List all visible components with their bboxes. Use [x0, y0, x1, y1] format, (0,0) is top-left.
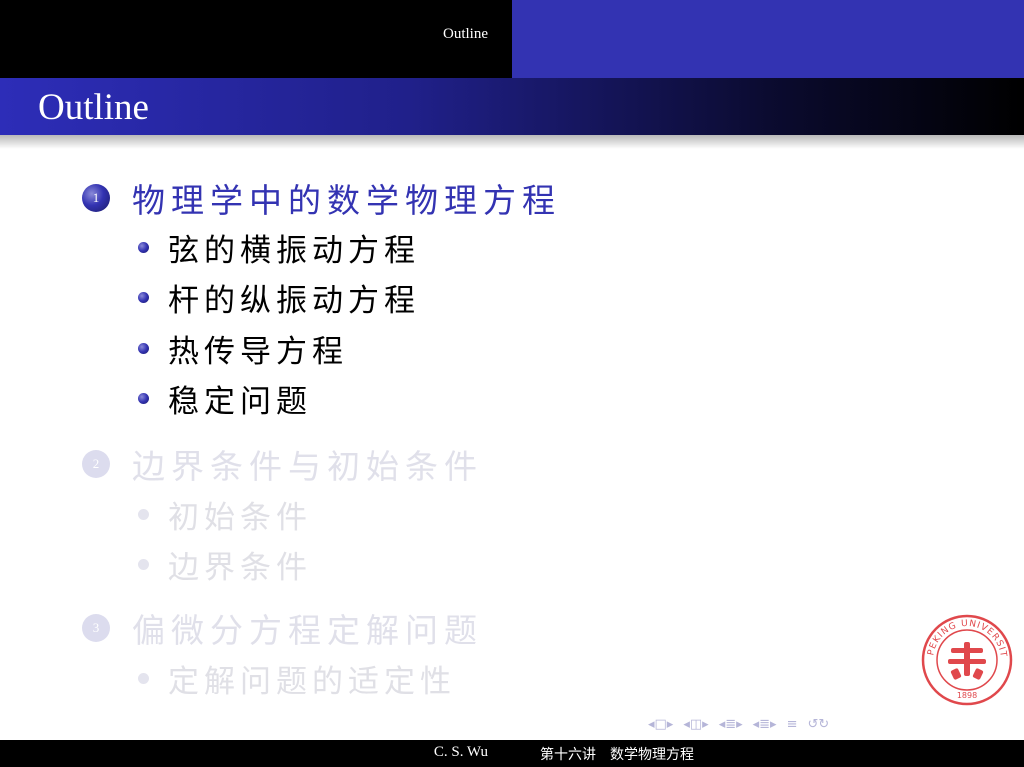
toc-subsection[interactable]: 初始条件 [138, 495, 312, 536]
beamer-navigation-symbols: ◂□▸ ◂◫▸ ◂≣▸ ◂≣▸ ≡ ↺↻ [648, 715, 829, 733]
nav-frame-back-icon[interactable]: ◂□▸ [648, 717, 673, 732]
footer-author: C. S. Wu [433, 744, 488, 760]
bullet-icon [138, 392, 149, 404]
subsection-title: 初始条件 [168, 499, 312, 536]
section-number-badge: 3 [82, 614, 110, 642]
bullet-icon [138, 508, 149, 520]
toc-subsection[interactable]: 杆的纵振动方程 [138, 278, 420, 319]
table-of-contents: 1 物理学中的数学物理方程 弦的横振动方程 杆的纵振动方程 热传导方程 稳定问题… [0, 0, 1024, 767]
toc-subsection[interactable]: 弦的横振动方程 [138, 228, 420, 269]
nav-section-icon[interactable]: ◂≣▸ [719, 717, 743, 732]
nav-document-icon[interactable]: ◂≣▸ [753, 717, 777, 732]
footer-left: C. S. Wu [0, 740, 512, 767]
nav-undo-icon[interactable]: ↺↻ [808, 717, 830, 732]
bullet-icon [138, 241, 149, 253]
subsection-title: 热传导方程 [168, 333, 348, 370]
section-title: 边界条件与初始条件 [132, 447, 483, 486]
bullet-icon [138, 672, 149, 684]
peking-university-seal-icon: PEKING UNIVERSITY 1898 [921, 614, 1013, 706]
toc-section-1[interactable]: 1 物理学中的数学物理方程 [82, 178, 561, 220]
toc-subsection[interactable]: 稳定问题 [138, 379, 312, 420]
subsection-title: 边界条件 [168, 549, 312, 586]
subsection-title: 稳定问题 [168, 383, 312, 420]
subsection-title: 定解问题的适定性 [168, 663, 456, 700]
toc-subsection[interactable]: 边界条件 [138, 545, 312, 586]
footer-bar: C. S. Wu 第十六讲 数学物理方程 [0, 740, 1024, 767]
section-title: 物理学中的数学物理方程 [132, 181, 561, 220]
subsection-title: 杆的纵振动方程 [168, 282, 420, 319]
bullet-icon [138, 342, 149, 354]
section-title: 偏微分方程定解问题 [132, 611, 483, 650]
subsection-title: 弦的横振动方程 [168, 232, 420, 269]
bullet-icon [138, 291, 149, 303]
section-number-badge: 2 [82, 450, 110, 478]
toc-subsection[interactable]: 热传导方程 [138, 329, 348, 370]
footer-lecture-title: 第十六讲 数学物理方程 [540, 747, 694, 763]
toc-section-3[interactable]: 3 偏微分方程定解问题 [82, 608, 483, 650]
seal-year: 1898 [957, 691, 977, 700]
nav-subsection-icon[interactable]: ◂◫▸ [683, 717, 708, 732]
section-number-badge: 1 [82, 184, 110, 212]
bullet-icon [138, 558, 149, 570]
toc-section-2[interactable]: 2 边界条件与初始条件 [82, 444, 483, 486]
toc-subsection[interactable]: 定解问题的适定性 [138, 659, 456, 700]
nav-search-icon[interactable]: ≡ [787, 717, 798, 732]
